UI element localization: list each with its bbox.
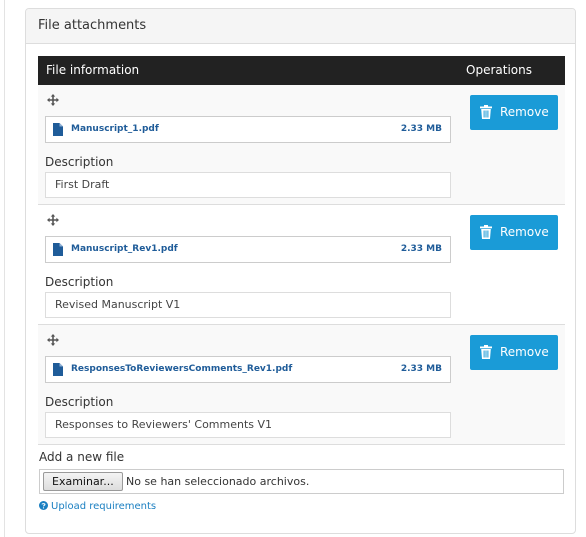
remove-button-label: Remove	[500, 345, 549, 359]
file-size: 2.33 MB	[400, 244, 442, 254]
file-link-box: ResponsesToReviewersComments_Rev1.pdf 2.…	[45, 356, 451, 383]
document-icon	[53, 363, 63, 376]
file-name-link[interactable]: Manuscript_Rev1.pdf	[71, 237, 178, 262]
move-arrows-icon[interactable]	[47, 214, 59, 226]
description-label: Description	[45, 395, 114, 409]
trash-icon	[480, 105, 492, 119]
add-new-file-label: Add a new file	[39, 450, 125, 464]
panel-title: File attachments	[26, 9, 575, 44]
attachment-row: ResponsesToReviewersComments_Rev1.pdf 2.…	[38, 325, 565, 445]
remove-button-label: Remove	[500, 105, 549, 119]
file-attachments-panel: File attachments File information Operat…	[25, 8, 576, 534]
file-name-link[interactable]: ResponsesToReviewersComments_Rev1.pdf	[71, 357, 292, 382]
move-arrows-icon[interactable]	[47, 334, 59, 346]
description-field[interactable]: Responses to Reviewers' Comments V1	[45, 412, 451, 438]
document-icon	[53, 123, 63, 136]
trash-icon	[480, 225, 492, 239]
description-label: Description	[45, 275, 114, 289]
question-circle-icon	[39, 501, 48, 510]
remove-button[interactable]: Remove	[470, 335, 558, 370]
file-link-box: Manuscript_1.pdf 2.33 MB	[45, 116, 451, 143]
upload-requirements-link[interactable]: Upload requirements	[39, 501, 156, 512]
column-header-file-information: File information	[46, 63, 140, 77]
attachment-row: Manuscript_Rev1.pdf 2.33 MB Description …	[38, 205, 565, 325]
remove-button-label: Remove	[500, 225, 549, 239]
no-file-selected-text: No se han seleccionado archivos.	[126, 475, 310, 488]
attachment-row: Manuscript_1.pdf 2.33 MB Description Fir…	[38, 85, 565, 205]
upload-requirements-text: Upload requirements	[51, 501, 157, 512]
description-field[interactable]: First Draft	[45, 172, 451, 198]
file-size: 2.33 MB	[400, 124, 442, 134]
move-arrows-icon[interactable]	[47, 94, 59, 106]
attachments-table: File information Operations Manuscript_1…	[38, 56, 565, 445]
document-icon	[53, 243, 63, 256]
remove-button[interactable]: Remove	[470, 215, 558, 250]
table-header: File information Operations	[38, 56, 565, 85]
file-link-box: Manuscript_Rev1.pdf 2.33 MB	[45, 236, 451, 263]
file-upload-input[interactable]: Examinar... No se han seleccionado archi…	[39, 469, 564, 494]
browse-button[interactable]: Examinar...	[43, 472, 123, 491]
trash-icon	[480, 345, 492, 359]
file-name-link[interactable]: Manuscript_1.pdf	[71, 117, 159, 142]
column-header-operations: Operations	[466, 63, 532, 77]
remove-button[interactable]: Remove	[470, 95, 558, 130]
description-field[interactable]: Revised Manuscript V1	[45, 292, 451, 318]
description-label: Description	[45, 155, 114, 169]
file-size: 2.33 MB	[400, 364, 442, 374]
page-left-rule	[4, 0, 5, 537]
